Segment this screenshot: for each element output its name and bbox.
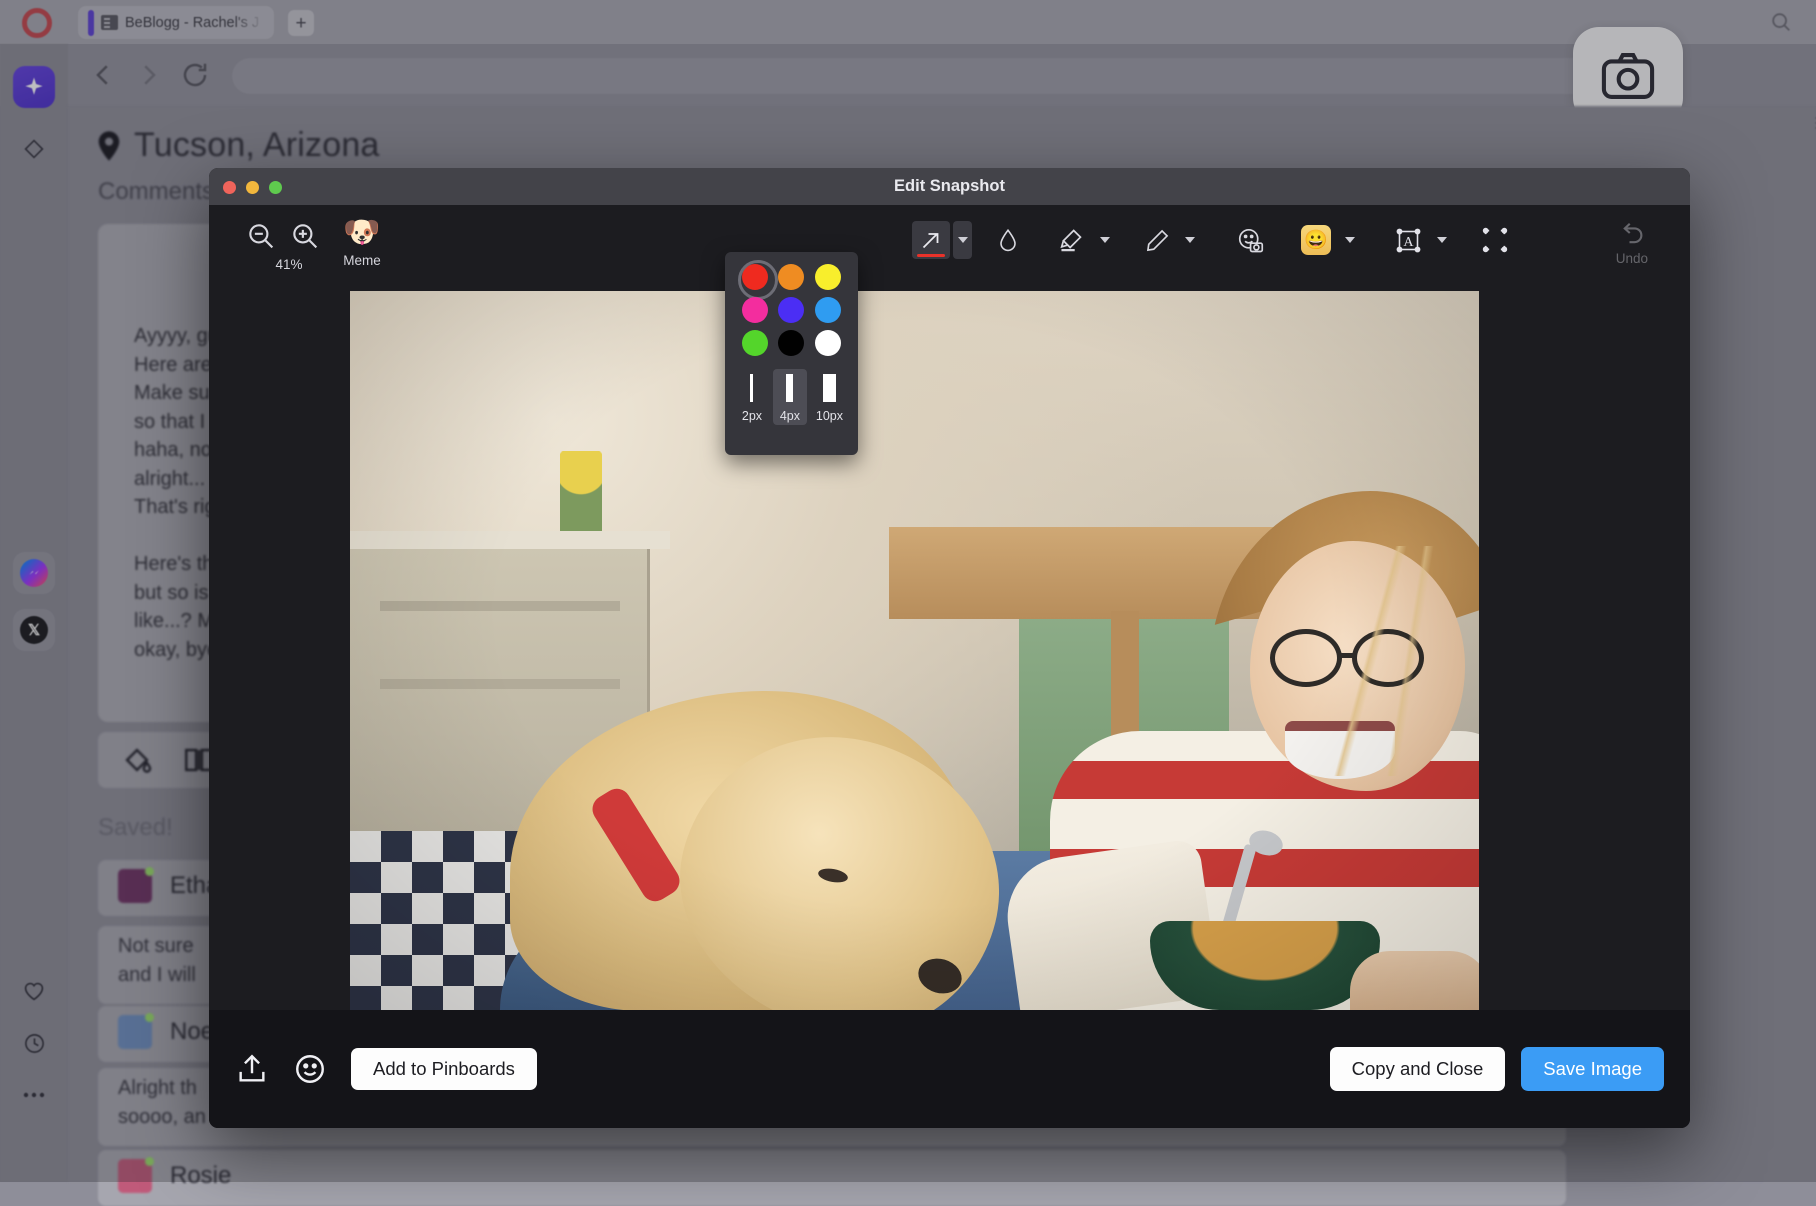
- chevron-down-icon: [1100, 237, 1110, 243]
- share-upload-icon[interactable]: [235, 1052, 269, 1086]
- save-image-button[interactable]: Save Image: [1521, 1047, 1664, 1091]
- emoji-sticker-icon: 😀: [1301, 225, 1331, 255]
- smiley-face-icon[interactable]: [293, 1052, 327, 1086]
- meme-button[interactable]: 🐶 Meme: [331, 216, 393, 268]
- close-button[interactable]: [223, 181, 236, 194]
- undo-label: Undo: [1616, 251, 1648, 266]
- smiley-camera-icon: [1236, 227, 1266, 254]
- meme-label: Meme: [343, 253, 381, 268]
- zoom-in-button[interactable]: [289, 220, 321, 252]
- editor-toolbar: 41% 🐶 Meme: [209, 205, 1690, 291]
- color-swatch-black[interactable]: [778, 330, 804, 356]
- window-controls: [223, 181, 282, 194]
- shiba-dog-emoji: 🐶: [343, 216, 380, 250]
- svg-text:A: A: [1403, 234, 1414, 250]
- stroke-width-label: 10px: [816, 409, 843, 423]
- tool-arrow-caret[interactable]: [953, 221, 972, 259]
- sticker-glyph: 😀: [1304, 231, 1328, 250]
- color-swatch-light-blue[interactable]: [815, 297, 841, 323]
- stroke-width-label: 2px: [742, 409, 762, 423]
- snapshot-canvas[interactable]: [209, 291, 1690, 1010]
- chevron-down-icon: [1345, 237, 1355, 243]
- zoom-level: 41%: [275, 257, 302, 272]
- color-width-popover: 2px 4px 10px: [725, 252, 858, 455]
- tool-blur[interactable]: [989, 221, 1027, 259]
- highlighter-icon: [1058, 227, 1084, 253]
- chevron-down-icon: [958, 237, 968, 243]
- color-swatch-magenta[interactable]: [742, 297, 768, 323]
- text-box-icon: A: [1395, 227, 1422, 254]
- tool-pencil[interactable]: [1138, 221, 1176, 259]
- snapshot-image: [350, 291, 1479, 1010]
- undo-button[interactable]: Undo: [1616, 219, 1648, 266]
- stroke-width-options: 2px 4px 10px: [725, 369, 858, 425]
- chevron-down-icon: [1437, 237, 1447, 243]
- zoom-out-button[interactable]: [245, 220, 277, 252]
- tool-text[interactable]: A: [1389, 221, 1427, 259]
- dialog-title: Edit Snapshot: [894, 177, 1005, 196]
- color-swatch-yellow[interactable]: [815, 264, 841, 290]
- tool-sticker-caret[interactable]: [1340, 221, 1359, 259]
- tool-pencil-caret[interactable]: [1180, 221, 1199, 259]
- color-swatch-blue-violet[interactable]: [778, 297, 804, 323]
- tool-text-caret[interactable]: [1432, 221, 1451, 259]
- stroke-width-4px[interactable]: 4px: [773, 369, 807, 425]
- stroke-width-2px[interactable]: 2px: [735, 369, 769, 425]
- stroke-width-label: 4px: [780, 409, 800, 423]
- undo-arrow-icon: [1616, 219, 1648, 249]
- color-swatches: [725, 264, 858, 356]
- tool-highlighter[interactable]: [1052, 221, 1090, 259]
- chevron-down-icon: [1185, 237, 1195, 243]
- magnifier-plus-icon: [289, 220, 321, 252]
- color-swatch-white[interactable]: [815, 330, 841, 356]
- tool-highlighter-caret[interactable]: [1095, 221, 1114, 259]
- arrow-up-right-icon: [919, 228, 943, 252]
- crop-icon: [1481, 226, 1509, 254]
- tool-sticker[interactable]: 😀: [1297, 221, 1335, 259]
- minimize-button[interactable]: [246, 181, 259, 194]
- stroke-width-10px[interactable]: 10px: [809, 369, 850, 425]
- color-swatch-green[interactable]: [742, 330, 768, 356]
- editor-footer: Add to Pinboards Copy and Close Save Ima…: [209, 1010, 1690, 1128]
- magnifier-minus-icon: [245, 220, 277, 252]
- pencil-icon: [1145, 228, 1170, 253]
- color-swatch-red[interactable]: [742, 264, 768, 290]
- tool-arrow[interactable]: [912, 221, 950, 259]
- color-swatch-orange[interactable]: [778, 264, 804, 290]
- tool-crop[interactable]: [1474, 221, 1516, 259]
- water-drop-icon: [996, 227, 1020, 253]
- copy-and-close-button[interactable]: Copy and Close: [1330, 1047, 1506, 1091]
- edit-snapshot-dialog: Edit Snapshot 41% 🐶 Meme: [209, 168, 1690, 1128]
- zoom-button[interactable]: [269, 181, 282, 194]
- add-to-pinboards-button[interactable]: Add to Pinboards: [351, 1048, 537, 1090]
- dialog-titlebar: Edit Snapshot: [209, 168, 1690, 205]
- tool-selfie[interactable]: [1229, 221, 1273, 259]
